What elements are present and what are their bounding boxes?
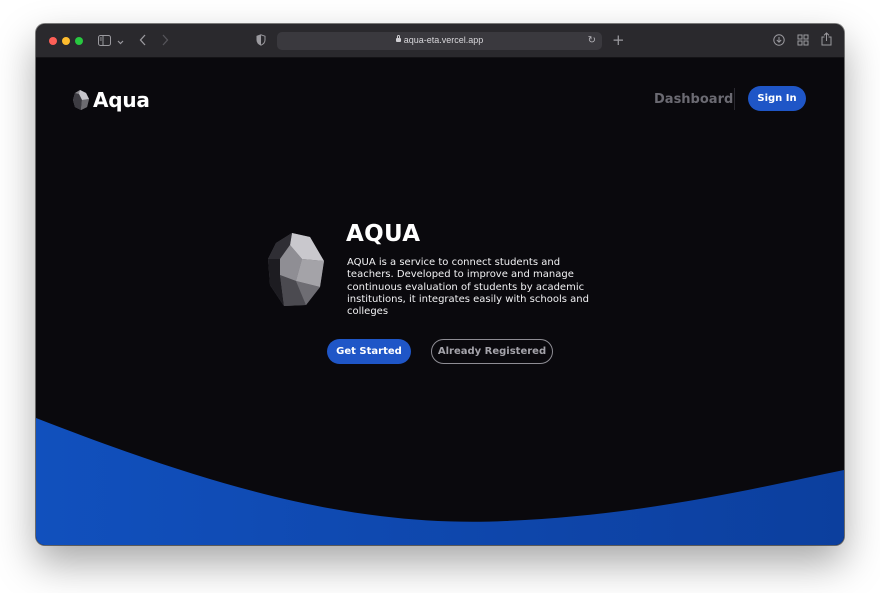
share-icon[interactable] bbox=[821, 32, 832, 48]
url-text: aqua-eta.vercel.app bbox=[403, 35, 484, 45]
chevron-right-icon[interactable] bbox=[161, 34, 169, 48]
get-started-button[interactable]: Get Started bbox=[327, 339, 411, 364]
browser-toolbar: aqua-eta.vercel.app ↻ + bbox=[36, 24, 844, 58]
dashboard-link[interactable]: Dashboard bbox=[654, 92, 733, 107]
shield-icon[interactable] bbox=[256, 34, 266, 48]
hero-description: AQUA is a service to connect students an… bbox=[347, 257, 589, 318]
aqua-logo-icon bbox=[73, 90, 89, 110]
sign-in-button[interactable]: Sign In bbox=[748, 86, 806, 111]
grid-icon[interactable] bbox=[797, 34, 809, 48]
aqua-rock-icon bbox=[268, 233, 324, 306]
minimize-window-button[interactable] bbox=[62, 37, 70, 45]
hero-title: AQUA bbox=[346, 221, 421, 247]
brand-name: Aqua bbox=[93, 88, 150, 112]
brand[interactable]: Aqua bbox=[72, 88, 150, 112]
nav-divider bbox=[734, 88, 735, 110]
already-registered-button[interactable]: Already Registered bbox=[431, 339, 553, 364]
reload-icon[interactable]: ↻ bbox=[588, 35, 596, 46]
web-page: Aqua Dashboard Sign In AQUA AQUA is a se… bbox=[36, 58, 844, 545]
lock-icon bbox=[395, 35, 401, 42]
close-window-button[interactable] bbox=[49, 37, 57, 45]
maximize-window-button[interactable] bbox=[75, 37, 83, 45]
sidebar-icon[interactable] bbox=[98, 35, 111, 48]
chevron-down-icon[interactable] bbox=[117, 36, 124, 48]
download-icon[interactable] bbox=[773, 34, 785, 48]
address-bar[interactable]: aqua-eta.vercel.app ↻ bbox=[277, 32, 602, 50]
browser-window: aqua-eta.vercel.app ↻ + Aqua Dashboard S… bbox=[36, 24, 844, 545]
chevron-left-icon[interactable] bbox=[139, 34, 147, 48]
plus-icon[interactable]: + bbox=[612, 33, 625, 48]
